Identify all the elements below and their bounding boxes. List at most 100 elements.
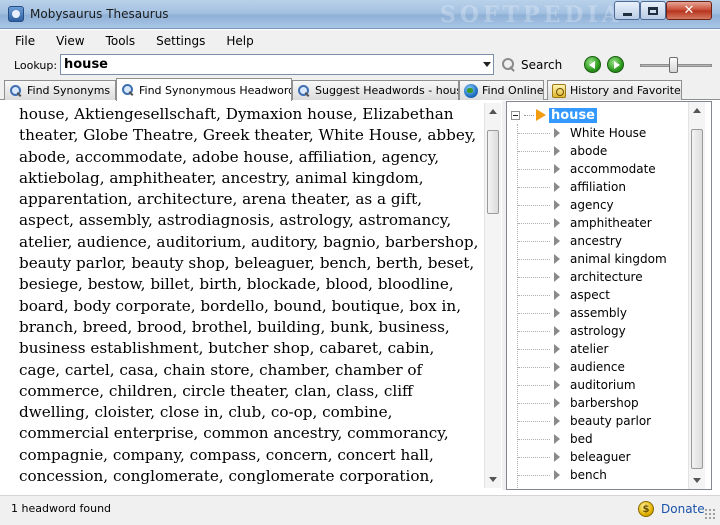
expand-arrow-icon[interactable] [554,254,560,264]
synonyms-pane[interactable]: house, Aktiengesellschaft, Dymaxion hous… [8,101,502,490]
menu-bar: File View Tools Settings Help [0,30,720,52]
title-bar[interactable]: Mobysaurus Thesaurus SOFTPEDIA ✕ [0,0,720,29]
tree-children: White House abode accommodate affiliation ag… [507,124,693,484]
tree-item[interactable]: affiliation [507,178,693,196]
lookup-input[interactable] [64,56,464,73]
synonyms-text[interactable]: house, Aktiengesellschaft, Dymaxion hous… [19,104,479,490]
lookup-combobox[interactable] [60,54,494,75]
tree-item[interactable]: beleaguer [507,448,693,466]
tree-item[interactable]: astrology [507,322,693,340]
dropdown-arrow-icon[interactable] [483,62,491,67]
tree-item[interactable]: aspect [507,286,693,304]
tree-item[interactable]: beauty parlor [507,412,693,430]
expand-arrow-icon[interactable] [554,236,560,246]
zoom-slider-thumb[interactable] [669,57,678,73]
app-icon[interactable] [8,6,24,22]
collapse-icon[interactable] [511,110,520,120]
expand-arrow-icon[interactable] [554,398,560,408]
tab-suggest-headwords[interactable]: Suggest Headwords - house [292,80,459,100]
expand-arrow-icon[interactable] [554,416,560,426]
synonyms-scrollbar[interactable] [484,103,501,488]
close-button[interactable]: ✕ [666,1,712,20]
scroll-thumb[interactable] [691,129,703,469]
tree-item[interactable]: ancestry [507,232,693,250]
tree-item[interactable]: animal kingdom [507,250,693,268]
resize-grip[interactable] [704,508,716,520]
tree-item-label: bench [570,468,607,482]
tree-item-label: agency [570,198,614,212]
expand-arrow-icon[interactable] [554,218,560,228]
expand-arrow-icon[interactable] [554,164,560,174]
menu-tools[interactable]: Tools [106,34,136,48]
tab-label: Find Online [482,84,544,97]
expand-arrow-icon[interactable] [554,182,560,192]
history-icon [552,83,566,98]
tree-item[interactable]: auditorium [507,376,693,394]
menu-settings[interactable]: Settings [156,34,205,48]
tree-item-label: affiliation [570,180,626,194]
tree-root-node[interactable]: house [511,106,597,124]
tree-item[interactable]: architecture [507,268,693,286]
forward-button[interactable] [607,56,624,73]
headword-tree[interactable]: house White House abode accommodate affilia… [506,101,712,490]
scroll-up-icon[interactable] [489,109,497,114]
tree-root-label[interactable]: house [549,107,597,123]
tree-item[interactable]: assembly [507,304,693,322]
tree-item[interactable]: audience [507,358,693,376]
scroll-up-icon[interactable] [693,108,701,113]
tree-item[interactable]: agency [507,196,693,214]
tab-label: History and Favorites [570,84,682,97]
maximize-button[interactable] [640,1,666,20]
tree-item[interactable]: accommodate [507,160,693,178]
scroll-down-icon[interactable] [489,477,497,482]
donate-label[interactable]: Donate [661,502,705,516]
lookup-label: Lookup: [14,59,58,72]
tab-find-online[interactable]: Find Online [459,80,544,100]
tab-history-favorites[interactable]: History and Favorites [547,80,682,100]
expand-arrow-icon[interactable] [554,200,560,210]
expand-arrow-icon[interactable] [554,146,560,156]
scroll-down-icon[interactable] [693,478,701,483]
tree-item-label: astrology [570,324,626,338]
minimize-button[interactable] [614,1,640,20]
expand-arrow-icon[interactable] [554,128,560,138]
tree-item[interactable]: amphitheater [507,214,693,232]
tree-item-label: beleaguer [570,450,631,464]
expand-arrow-icon[interactable] [554,380,560,390]
expand-arrow-icon[interactable] [554,452,560,462]
expand-arrow-icon[interactable] [554,326,560,336]
menu-view[interactable]: View [56,34,84,48]
donate-link[interactable]: $ Donate [638,499,705,519]
tree-item[interactable]: White House [507,124,693,142]
tree-item-label: barbershop [570,396,639,410]
dollar-coin-icon: $ [638,501,654,517]
back-button[interactable] [584,56,601,73]
tree-scrollbar[interactable] [688,102,705,489]
tree-item[interactable]: bed [507,430,693,448]
expand-arrow-icon[interactable] [554,434,560,444]
tree-connector [524,114,534,116]
search-button[interactable]: Search [501,55,569,75]
tree-item[interactable]: barbershop [507,394,693,412]
root-arrow-icon [536,109,546,121]
menu-help[interactable]: Help [226,34,253,48]
tab-find-synonyms[interactable]: Find Synonyms [4,80,116,100]
expand-arrow-icon[interactable] [554,470,560,480]
tree-item-label: assembly [570,306,627,320]
tree-item-label: auditorium [570,378,636,392]
tab-find-synonymous-headwords[interactable]: Find Synonymous Headwords [116,78,292,101]
window-title: Mobysaurus Thesaurus [30,7,169,21]
tab-label: Find Synonyms [27,84,111,97]
expand-arrow-icon[interactable] [554,290,560,300]
tab-strip: Find Synonyms Find Synonymous Headwords … [0,78,720,101]
expand-arrow-icon[interactable] [554,362,560,372]
expand-arrow-icon[interactable] [554,344,560,354]
tree-item[interactable]: bench [507,466,693,484]
tree-item[interactable]: abode [507,142,693,160]
expand-arrow-icon[interactable] [554,308,560,318]
menu-file[interactable]: File [15,34,35,48]
minimize-icon [622,13,632,16]
tree-item[interactable]: atelier [507,340,693,358]
expand-arrow-icon[interactable] [554,272,560,282]
scroll-thumb[interactable] [487,130,499,214]
